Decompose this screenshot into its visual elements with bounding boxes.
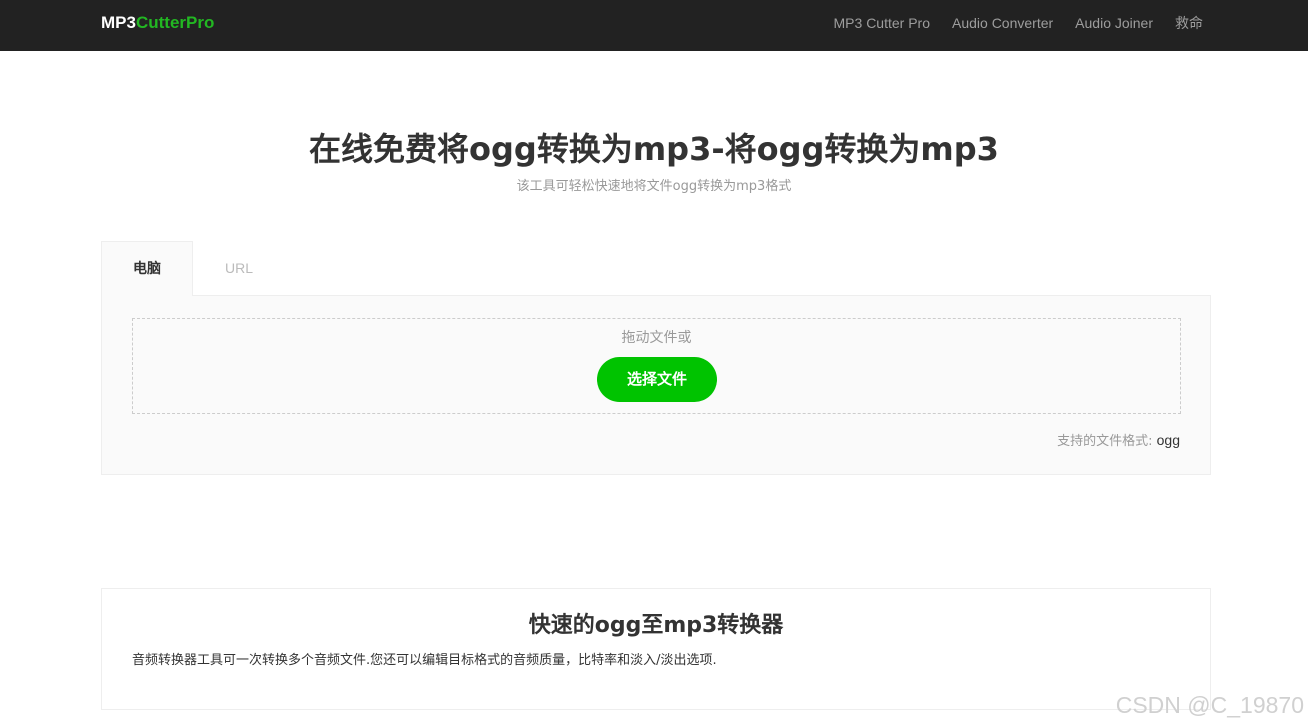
page-title: 在线免费将ogg转换为mp3-将ogg转换为mp3 [309, 130, 999, 168]
page-subtitle: 该工具可轻松快速地将文件ogg转换为mp3格式 [516, 179, 792, 194]
csdn-watermark: CSDN @C_19870 [1115, 692, 1304, 718]
logo-text-mp3: MP3 [101, 13, 136, 32]
feature-card: 快速的ogg至mp3转换器 音频转换器工具可一次转换多个音频文件.您还可以编辑目… [101, 588, 1211, 710]
file-dropzone[interactable]: 拖动文件或 选择文件 [132, 318, 1181, 414]
supported-formats: 支持的文件格式: ogg [1057, 431, 1180, 451]
tab-computer[interactable]: 电脑 [101, 241, 193, 296]
supported-formats-value: ogg [1156, 432, 1180, 448]
site-logo[interactable]: MP3CutterPro [101, 12, 214, 34]
nav-link-mp3-cutter-pro[interactable]: MP3 Cutter Pro [834, 14, 930, 32]
logo-text-cutterpro: CutterPro [135, 13, 215, 32]
nav-link-help[interactable]: 救命 [1175, 14, 1203, 32]
feature-description: 音频转换器工具可一次转换多个音频文件.您还可以编辑目标格式的音频质量，比特率和淡… [132, 653, 717, 668]
tab-url[interactable]: URL [193, 241, 285, 296]
feature-title: 快速的ogg至mp3转换器 [528, 613, 784, 638]
nav-links: MP3 Cutter Pro Audio Converter Audio Joi… [834, 14, 1203, 32]
select-file-button[interactable]: 选择文件 [597, 357, 717, 402]
supported-formats-label: 支持的文件格式: [1057, 434, 1153, 449]
nav-link-audio-converter[interactable]: Audio Converter [952, 14, 1053, 32]
nav-link-audio-joiner[interactable]: Audio Joiner [1075, 14, 1153, 32]
upload-panel: 拖动文件或 选择文件 支持的文件格式: ogg [101, 295, 1211, 475]
drop-label: 拖动文件或 [621, 330, 692, 346]
top-navbar: MP3CutterPro MP3 Cutter Pro Audio Conver… [0, 0, 1308, 51]
